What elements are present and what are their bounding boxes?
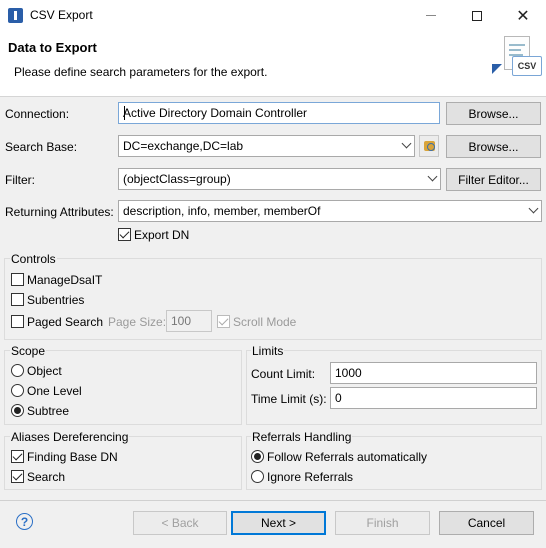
close-button[interactable]: ✕	[500, 0, 546, 31]
subentries-label: Subentries	[27, 293, 85, 307]
csv-document-icon: CSV	[492, 36, 542, 91]
search-base-value: DC=exchange,DC=lab	[123, 139, 244, 153]
close-icon: ✕	[516, 7, 530, 25]
app-icon	[8, 8, 23, 23]
back-button[interactable]: < Back	[133, 511, 227, 535]
time-limit-label: Time Limit (s):	[251, 392, 327, 406]
next-button[interactable]: Next >	[231, 511, 326, 535]
text-caret	[124, 106, 125, 120]
finish-button[interactable]: Finish	[335, 511, 430, 535]
search-base-combo[interactable]: DC=exchange,DC=lab	[118, 135, 415, 157]
filter-value: (objectClass=group)	[123, 172, 231, 186]
count-limit-label: Count Limit:	[251, 367, 316, 381]
search-base-label: Search Base:	[5, 140, 78, 154]
returning-attributes-combo[interactable]: description, info, member, memberOf	[118, 200, 542, 222]
referrals-group-title: Referrals Handling	[251, 430, 353, 444]
scroll-mode-label: Scroll Mode	[233, 315, 297, 329]
controls-group-title: Controls	[10, 252, 57, 266]
scope-group-title: Scope	[10, 344, 47, 358]
chevron-down-icon	[528, 203, 539, 214]
scope-object-label: Object	[27, 364, 62, 378]
filter-label: Filter:	[5, 173, 35, 187]
export-dn-checkbox[interactable]	[118, 228, 131, 241]
subentries-checkbox[interactable]	[11, 293, 24, 306]
cancel-button[interactable]: Cancel	[439, 511, 534, 535]
count-limit-field[interactable]: 1000	[330, 362, 537, 384]
returning-attributes-label: Returning Attributes:	[5, 205, 114, 219]
chevron-down-icon	[427, 171, 438, 182]
window-title: CSV Export	[30, 8, 93, 22]
returning-attributes-value: description, info, member, memberOf	[123, 204, 321, 218]
scope-one-level-radio[interactable]	[11, 384, 24, 397]
manage-dsa-it-checkbox[interactable]	[11, 273, 24, 286]
time-limit-field[interactable]: 0	[330, 387, 537, 409]
aliases-group-title: Aliases Dereferencing	[10, 430, 130, 444]
page-size-field[interactable]: 100	[166, 310, 212, 332]
page-size-label: Page Size:	[108, 315, 167, 329]
search-base-bookmark-button[interactable]	[419, 135, 439, 157]
csv-badge: CSV	[512, 56, 542, 76]
page-title: Data to Export	[8, 40, 97, 55]
follow-referrals-radio[interactable]	[251, 450, 264, 463]
minimize-button[interactable]	[408, 0, 454, 31]
finding-base-dn-checkbox[interactable]	[11, 450, 24, 463]
paged-search-checkbox[interactable]	[11, 315, 24, 328]
page-description: Please define search parameters for the …	[14, 65, 268, 79]
maximize-button[interactable]	[454, 0, 500, 31]
ignore-referrals-label: Ignore Referrals	[267, 470, 354, 484]
footer-separator	[0, 500, 546, 501]
connection-browse-button[interactable]: Browse...	[446, 102, 541, 125]
alias-search-checkbox[interactable]	[11, 470, 24, 483]
filter-editor-button[interactable]: Filter Editor...	[446, 168, 541, 191]
help-button[interactable]: ?	[16, 513, 33, 530]
bookmark-icon	[424, 141, 435, 151]
wizard-header: Data to Export Please define search para…	[0, 31, 546, 97]
filter-combo[interactable]: (objectClass=group)	[118, 168, 441, 190]
title-bar: CSV Export ✕	[0, 0, 546, 31]
finding-base-dn-label: Finding Base DN	[27, 450, 118, 464]
connection-label: Connection:	[5, 107, 70, 121]
scope-one-level-label: One Level	[27, 384, 82, 398]
scope-object-radio[interactable]	[11, 364, 24, 377]
follow-referrals-label: Follow Referrals automatically	[267, 450, 428, 464]
maximize-icon	[472, 10, 482, 21]
scope-subtree-label: Subtree	[27, 404, 70, 418]
search-base-browse-button[interactable]: Browse...	[446, 135, 541, 158]
chevron-down-icon	[401, 138, 412, 149]
minimize-icon	[426, 15, 436, 16]
manage-dsa-it-label: ManageDsaIT	[27, 273, 103, 287]
export-dn-label: Export DN	[134, 228, 190, 242]
connection-field[interactable]: Active Directory Domain Controller	[118, 102, 440, 124]
limits-group-title: Limits	[251, 344, 285, 358]
ignore-referrals-radio[interactable]	[251, 470, 264, 483]
paged-search-label: Paged Search	[27, 315, 104, 329]
scroll-mode-checkbox[interactable]	[217, 315, 230, 328]
alias-search-label: Search	[27, 470, 66, 484]
help-icon: ?	[20, 514, 29, 529]
scope-subtree-radio[interactable]	[11, 404, 24, 417]
